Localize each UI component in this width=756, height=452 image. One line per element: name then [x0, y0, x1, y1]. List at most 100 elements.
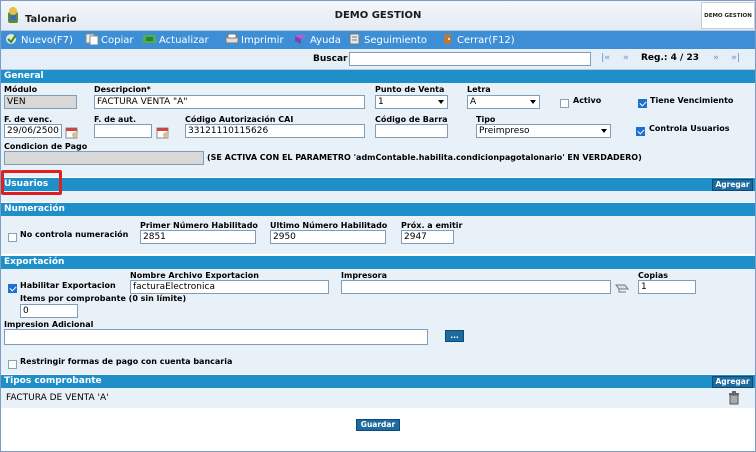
no-controla-checkbox[interactable]	[8, 233, 17, 242]
proximo-emitir-label: Próx. a emitir	[401, 221, 463, 230]
refresh-label: Actualizar	[159, 35, 209, 46]
tipo-label: Tipo	[476, 115, 496, 124]
general-header: General	[1, 70, 755, 83]
codigo-barra-label: Código de Barra	[375, 115, 448, 124]
chevron-down-icon	[438, 100, 444, 104]
tipo-value: Preimpreso	[479, 126, 530, 136]
guardar-button[interactable]: Guardar	[356, 419, 400, 431]
tipos-comprobante-title: Tipos comprobante	[4, 376, 102, 386]
next-page-icon[interactable]: »	[713, 53, 719, 63]
habilitar-exportacion-label: Habilitar Exportacion	[20, 281, 116, 290]
refresh-button[interactable]: Actualizar	[143, 33, 209, 47]
primer-numero-label: Primer Número Habilitado	[140, 221, 258, 230]
numeracion-section: No controla numeración Primer Número Hab…	[1, 216, 755, 254]
help-label: Ayuda	[310, 35, 341, 46]
search-input[interactable]	[349, 52, 591, 66]
cai-field[interactable]: 33121110115626	[185, 124, 365, 138]
help-button[interactable]: Ayuda	[294, 33, 341, 47]
descripcion-label: Descripcion*	[94, 85, 151, 94]
letra-value: A	[470, 97, 477, 107]
condicion-pago-label: Condicion de Pago	[4, 142, 88, 151]
fecha-autorizacion-field[interactable]	[94, 124, 152, 138]
printer-select-icon[interactable]	[615, 281, 629, 293]
prev-page-icon[interactable]: «	[623, 53, 629, 63]
controla-usuarios-label: Controla Usuarios	[649, 124, 730, 133]
restringir-pago-label: Restringir formas de pago con cuenta ban…	[20, 357, 233, 366]
descripcion-field[interactable]: FACTURA VENTA "A"	[94, 95, 365, 109]
tracking-label: Seguimiento	[364, 35, 428, 46]
copy-label: Copiar	[101, 35, 134, 46]
tipo-comprobante-item: FACTURA DE VENTA 'A'	[6, 393, 109, 403]
refresh-icon	[143, 35, 156, 43]
cai-label: Código Autorización CAI	[185, 115, 294, 124]
company-logo: DEMO GESTION	[701, 2, 755, 29]
copy-icon	[85, 33, 99, 45]
search-label: Buscar	[313, 54, 348, 64]
printer-icon	[225, 33, 239, 44]
first-page-icon[interactable]: |«	[601, 53, 610, 63]
items-comprobante-field[interactable]: 0	[20, 304, 78, 318]
codigo-barra-field[interactable]	[375, 124, 448, 138]
letra-select[interactable]: A	[467, 95, 540, 109]
usuarios-section	[1, 191, 755, 202]
activo-checkbox[interactable]	[560, 99, 569, 108]
last-page-icon[interactable]: »|	[731, 53, 740, 63]
fecha-vencimiento-field[interactable]: 29/06/2500	[4, 124, 62, 138]
calendar-icon[interactable]	[65, 125, 79, 139]
controla-usuarios-checkbox[interactable]	[636, 127, 645, 136]
tipos-comprobante-header: Tipos comprobante	[1, 375, 755, 388]
numeracion-header: Numeración	[1, 203, 755, 216]
tiene-vencimiento-checkbox[interactable]	[638, 99, 647, 108]
tiene-vencimiento-label: Tiene Vencimiento	[650, 96, 734, 105]
punto-venta-label: Punto de Venta	[375, 85, 445, 94]
print-button[interactable]: Imprimir	[225, 33, 284, 47]
exportacion-section: Habilitar Exportacion Nombre Archivo Exp…	[1, 269, 755, 374]
archivo-exportacion-field[interactable]: facturaElectronica	[130, 280, 329, 294]
activo-label: Activo	[573, 96, 602, 105]
ultimo-numero-field[interactable]: 2950	[270, 230, 386, 244]
copy-button[interactable]: Copiar	[85, 33, 133, 47]
close-door-icon	[444, 34, 451, 44]
tracking-icon	[349, 33, 360, 45]
tracking-button[interactable]: Seguimiento	[348, 33, 427, 47]
tipos-agregar-button[interactable]: Agregar	[712, 376, 753, 388]
copias-label: Copias	[638, 271, 668, 280]
exportacion-header: Exportación	[1, 256, 755, 269]
punto-venta-select[interactable]: 1	[375, 95, 448, 109]
primer-numero-field[interactable]: 2851	[140, 230, 256, 244]
toolbar: Nuevo(F7) Copiar Actualizar Imprimir Ayu…	[1, 31, 755, 49]
record-counter: Reg.: 4 / 23	[641, 53, 699, 63]
impresora-field[interactable]	[341, 280, 611, 294]
search-bar: Buscar |« « Reg.: 4 / 23 » »|	[1, 49, 755, 70]
company-title: DEMO GESTION	[334, 10, 422, 21]
proximo-emitir-field[interactable]: 2947	[401, 230, 454, 244]
window: Talonario DEMO GESTION DEMO GESTION Nuev…	[0, 0, 756, 452]
habilitar-exportacion-checkbox[interactable]	[8, 284, 17, 293]
new-button[interactable]: Nuevo(F7)	[5, 33, 73, 47]
general-section: Módulo VEN Descripcion* FACTURA VENTA "A…	[1, 83, 755, 177]
help-book-icon	[295, 34, 307, 44]
close-label: Cerrar(F12)	[457, 35, 515, 46]
fecha-vencimiento-label: F. de venc.	[4, 115, 53, 124]
punto-venta-value: 1	[378, 97, 384, 107]
print-label: Imprimir	[241, 35, 284, 46]
new-label: Nuevo(F7)	[21, 35, 73, 46]
trash-icon[interactable]	[728, 391, 740, 405]
impresion-adicional-label: Impresion Adicional	[4, 320, 94, 329]
modulo-field[interactable]: VEN	[4, 95, 77, 109]
calendar-icon[interactable]	[156, 125, 170, 139]
usuarios-agregar-button[interactable]: Agregar	[712, 179, 753, 191]
close-button[interactable]: Cerrar(F12)	[441, 33, 515, 47]
condicion-pago-field[interactable]	[4, 151, 204, 165]
impresion-adicional-field[interactable]	[4, 329, 428, 345]
tipo-select[interactable]: Preimpreso	[476, 124, 611, 138]
impresora-label: Impresora	[341, 271, 388, 280]
ultimo-numero-label: Ultimo Número Habilitado	[270, 221, 388, 230]
restringir-pago-checkbox[interactable]	[8, 360, 17, 369]
title-bar: Talonario DEMO GESTION DEMO GESTION	[1, 1, 755, 31]
letra-label: Letra	[467, 85, 491, 94]
impresion-adicional-browse-button[interactable]: ...	[445, 330, 464, 342]
tipos-comprobante-list: FACTURA DE VENTA 'A'	[1, 388, 755, 408]
items-comprobante-label: Items por comprobante (0 sin límite)	[20, 294, 187, 303]
copias-field[interactable]: 1	[638, 280, 696, 294]
